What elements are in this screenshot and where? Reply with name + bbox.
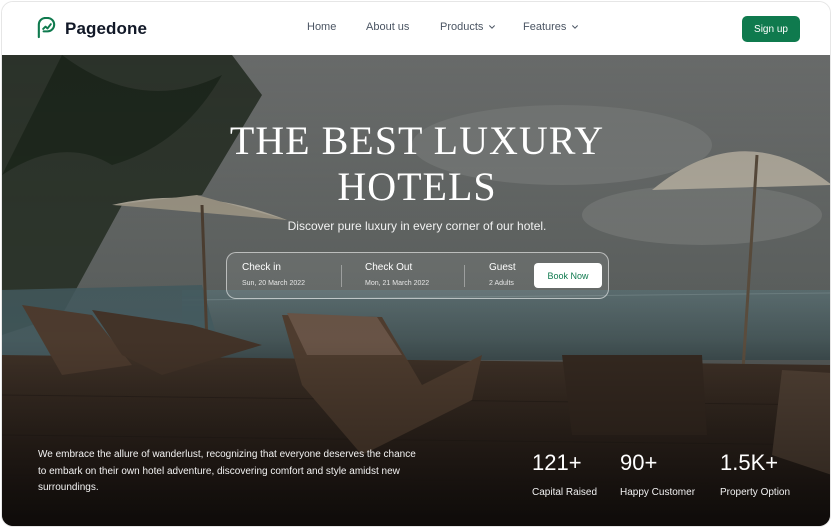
- guest-value: 2 Adults: [489, 280, 514, 287]
- guest-field[interactable]: Guest 2 Adults: [489, 262, 516, 287]
- check-in-label: Check in: [242, 262, 281, 273]
- brand-name: Pagedone: [65, 18, 148, 38]
- check-in-field[interactable]: Check in Sun, 20 March 2022: [242, 262, 305, 287]
- chevron-down-icon: [572, 25, 579, 29]
- pagedone-logo-icon: [37, 17, 56, 39]
- stat-caption: Happy Customer: [620, 487, 696, 498]
- hero-title-line-2: HOTELS: [337, 164, 497, 209]
- guest-label: Guest: [489, 262, 516, 273]
- check-out-field[interactable]: Check Out Mon, 21 March 2022: [365, 262, 429, 287]
- stat-value: 1.5K+: [720, 450, 779, 475]
- hero-tagline: We embrace the allure of wanderlust, rec…: [38, 449, 416, 493]
- stat-caption: Property Option: [720, 487, 791, 498]
- divider: [341, 265, 342, 287]
- check-out-label: Check Out: [365, 262, 413, 273]
- stat-value: 90+: [620, 450, 658, 475]
- check-out-value: Mon, 21 March 2022: [365, 280, 430, 287]
- stat-value: 121+: [532, 450, 582, 475]
- nav-item-products[interactable]: Products: [440, 21, 510, 33]
- page-frame: Pagedone Home About us Products Features…: [1, 1, 831, 527]
- hero-subtitle: Discover pure luxury in every corner of …: [287, 219, 547, 233]
- divider: [464, 265, 465, 287]
- nav-item-home[interactable]: Home: [307, 21, 336, 33]
- booking-bar: Check in Sun, 20 March 2022 Check Out Mo…: [226, 252, 609, 299]
- nav-item-label: Products: [440, 21, 484, 33]
- check-in-value: Sun, 20 March 2022: [242, 280, 306, 287]
- hero-title-line-1: THE BEST LUXURY: [229, 118, 605, 163]
- hero-section: THE BEST LUXURY HOTELS Discover pure lux…: [2, 55, 830, 526]
- hero-title: THE BEST LUXURY HOTELS: [2, 118, 830, 210]
- stat-happy-customer: 90+ Happy Customer: [620, 450, 695, 498]
- nav-item-label: Features: [523, 21, 567, 33]
- stat-capital-raised: 121+ Capital Raised: [532, 450, 597, 498]
- nav-item-features[interactable]: Features: [523, 21, 593, 33]
- book-now-button[interactable]: Book Now: [534, 263, 602, 288]
- nav-item-label: Home: [307, 21, 337, 33]
- chevron-down-icon: [489, 25, 496, 29]
- brand-logo[interactable]: Pagedone: [35, 17, 147, 40]
- nav-item-label: About us: [366, 21, 410, 33]
- stat-property-option: 1.5K+ Property Option: [720, 450, 790, 498]
- stat-caption: Capital Raised: [532, 487, 598, 498]
- sign-up-button[interactable]: Sign up: [742, 16, 800, 42]
- nav-item-about-us[interactable]: About us: [366, 21, 426, 33]
- navbar: Pagedone Home About us Products Features…: [2, 2, 830, 55]
